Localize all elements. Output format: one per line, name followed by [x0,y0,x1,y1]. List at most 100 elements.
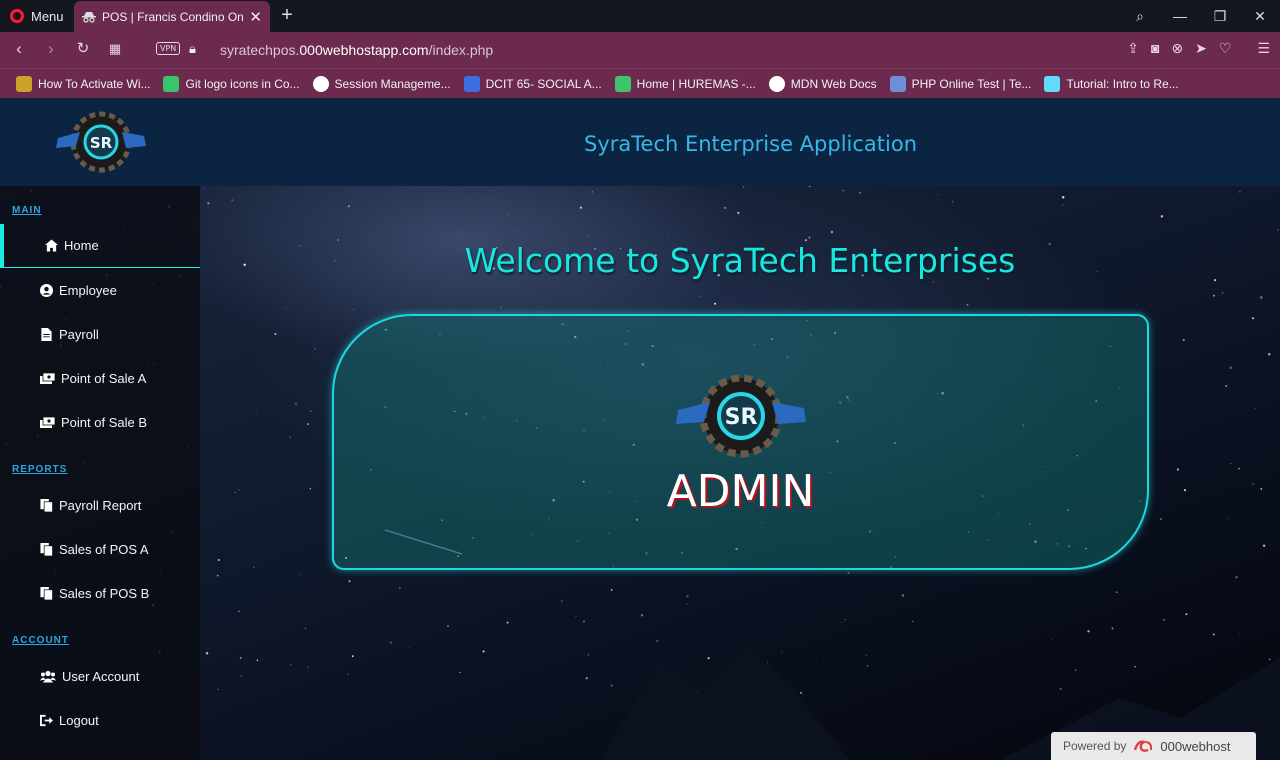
bookmark-label: Session Manageme... [334,76,451,91]
star [723,206,727,210]
star [1277,229,1279,231]
star [1185,613,1188,616]
url-path: /index.php [428,42,494,58]
sidebar-item-sales-pos-b[interactable]: Sales of POS B [0,571,200,615]
block-icon[interactable]: ⊗ [1171,40,1183,57]
star [1182,338,1185,342]
star [1163,619,1165,621]
star [1254,408,1256,410]
star [255,414,257,416]
bookmark-item[interactable]: Home | HUREMAS -... [614,75,756,92]
sidebar-item-pos-b[interactable]: Point of Sale B [0,400,200,444]
star [1225,384,1228,388]
star [482,650,485,653]
star [1238,633,1240,635]
forward-icon[interactable]: › [40,39,62,59]
star [285,307,287,309]
star [309,488,311,490]
sidebar-item-sales-pos-a[interactable]: Sales of POS A [0,527,200,571]
syratech-logo-icon[interactable]: SR [56,110,146,174]
section-label-reports: REPORTS [12,464,68,475]
star [1260,488,1263,490]
star [212,357,214,359]
bookmark-item[interactable]: PHP Online Test | Te... [889,75,1032,92]
url-field[interactable]: syratechpos.000webhostapp.com/index.php [220,42,493,58]
star [351,655,354,658]
vpn-badge[interactable]: VPN [156,42,181,55]
section-label-account: ACCOUNT [12,635,69,646]
sidebar-item-payroll[interactable]: Payroll [0,312,200,356]
star [315,550,317,552]
star [1252,317,1254,320]
sidebar-item-label: Home [64,238,99,253]
minimize-icon[interactable]: — [1160,8,1200,24]
star [347,205,351,208]
browser-tab-active[interactable]: POS | Francis Condino Ong ✕ [74,1,270,32]
sidebar-item-label: User Account [62,668,140,684]
star [1238,467,1240,470]
send-icon[interactable]: ➤ [1195,40,1207,57]
star [1062,204,1064,206]
star [866,655,867,656]
tab-close-icon[interactable]: ✕ [249,8,262,26]
bookmark-item[interactable]: How To Activate Wi... [16,75,150,92]
star [1213,294,1215,297]
star [587,235,588,237]
role-label: ADMIN [666,466,815,517]
powered-by-label: Powered by [1063,739,1127,753]
opera-menu-button[interactable]: Menu [0,0,72,32]
star [655,639,659,643]
star [830,230,834,234]
sidebar-item-label: Sales of POS A [59,541,149,557]
star [1229,366,1233,370]
heart-icon[interactable]: ♡ [1219,40,1232,57]
opera-logo-icon [10,9,24,23]
sidebar-item-home[interactable]: Home [0,224,200,268]
star [217,558,220,562]
back-icon[interactable]: ‹ [8,39,30,59]
star [1100,581,1101,583]
search-icon[interactable]: ⌕ [1120,8,1160,25]
bookmark-item[interactable]: Session Manageme... [312,75,451,92]
star [242,486,243,488]
bookmark-label: PHP Online Test | Te... [911,76,1032,91]
sidebar-item-pos-a[interactable]: Point of Sale A [0,356,200,400]
star [844,619,846,621]
close-window-icon[interactable]: ✕ [1240,8,1280,25]
restore-icon[interactable]: ❐ [1200,8,1240,25]
star [424,212,426,214]
powered-by-badge[interactable]: Powered by 000webhost [1051,732,1256,760]
star [1262,544,1266,547]
tab-grid-icon[interactable]: ▦ [104,41,126,57]
bookmark-item[interactable]: Git logo icons in Co... [163,75,300,92]
star [866,665,868,667]
sidebar-item-user-account[interactable]: User Account [0,654,200,698]
star [1116,591,1118,593]
star [686,595,689,598]
new-tab-icon[interactable]: + [276,4,298,27]
sidebar-item-payroll-report[interactable]: Payroll Report [0,483,200,527]
camera-icon[interactable]: ◙ [1151,40,1159,57]
sidebar-item-label: Logout [59,712,99,728]
syratech-logo-icon: SR [676,374,806,458]
star [591,191,594,193]
sidebar-item-label: Employee [59,282,117,298]
star [352,309,354,311]
reload-icon[interactable]: ↻ [72,39,94,57]
sidebar-item-employee[interactable]: Employee [0,268,200,312]
bookmark-item[interactable]: DCIT 65- SOCIAL A... [463,75,602,92]
star [901,594,905,597]
share-icon[interactable]: ⇪ [1127,40,1139,57]
bookmark-favicon-icon [163,75,180,92]
star [399,587,401,589]
star [253,566,255,568]
bookmark-item[interactable]: MDN Web Docs [768,75,877,92]
bookmark-item[interactable]: Tutorial: Intro to Re... [1044,75,1179,92]
easy-setup-icon[interactable]: ☰ [1257,40,1270,57]
star [781,651,783,653]
powered-by-brand: 000webhost [1160,738,1231,754]
star [507,213,509,215]
sidebar-item-logout[interactable]: Logout [0,698,200,742]
url-prefix: syratechpos. [220,42,300,58]
lock-icon[interactable]: 🔒︎ [189,41,196,57]
